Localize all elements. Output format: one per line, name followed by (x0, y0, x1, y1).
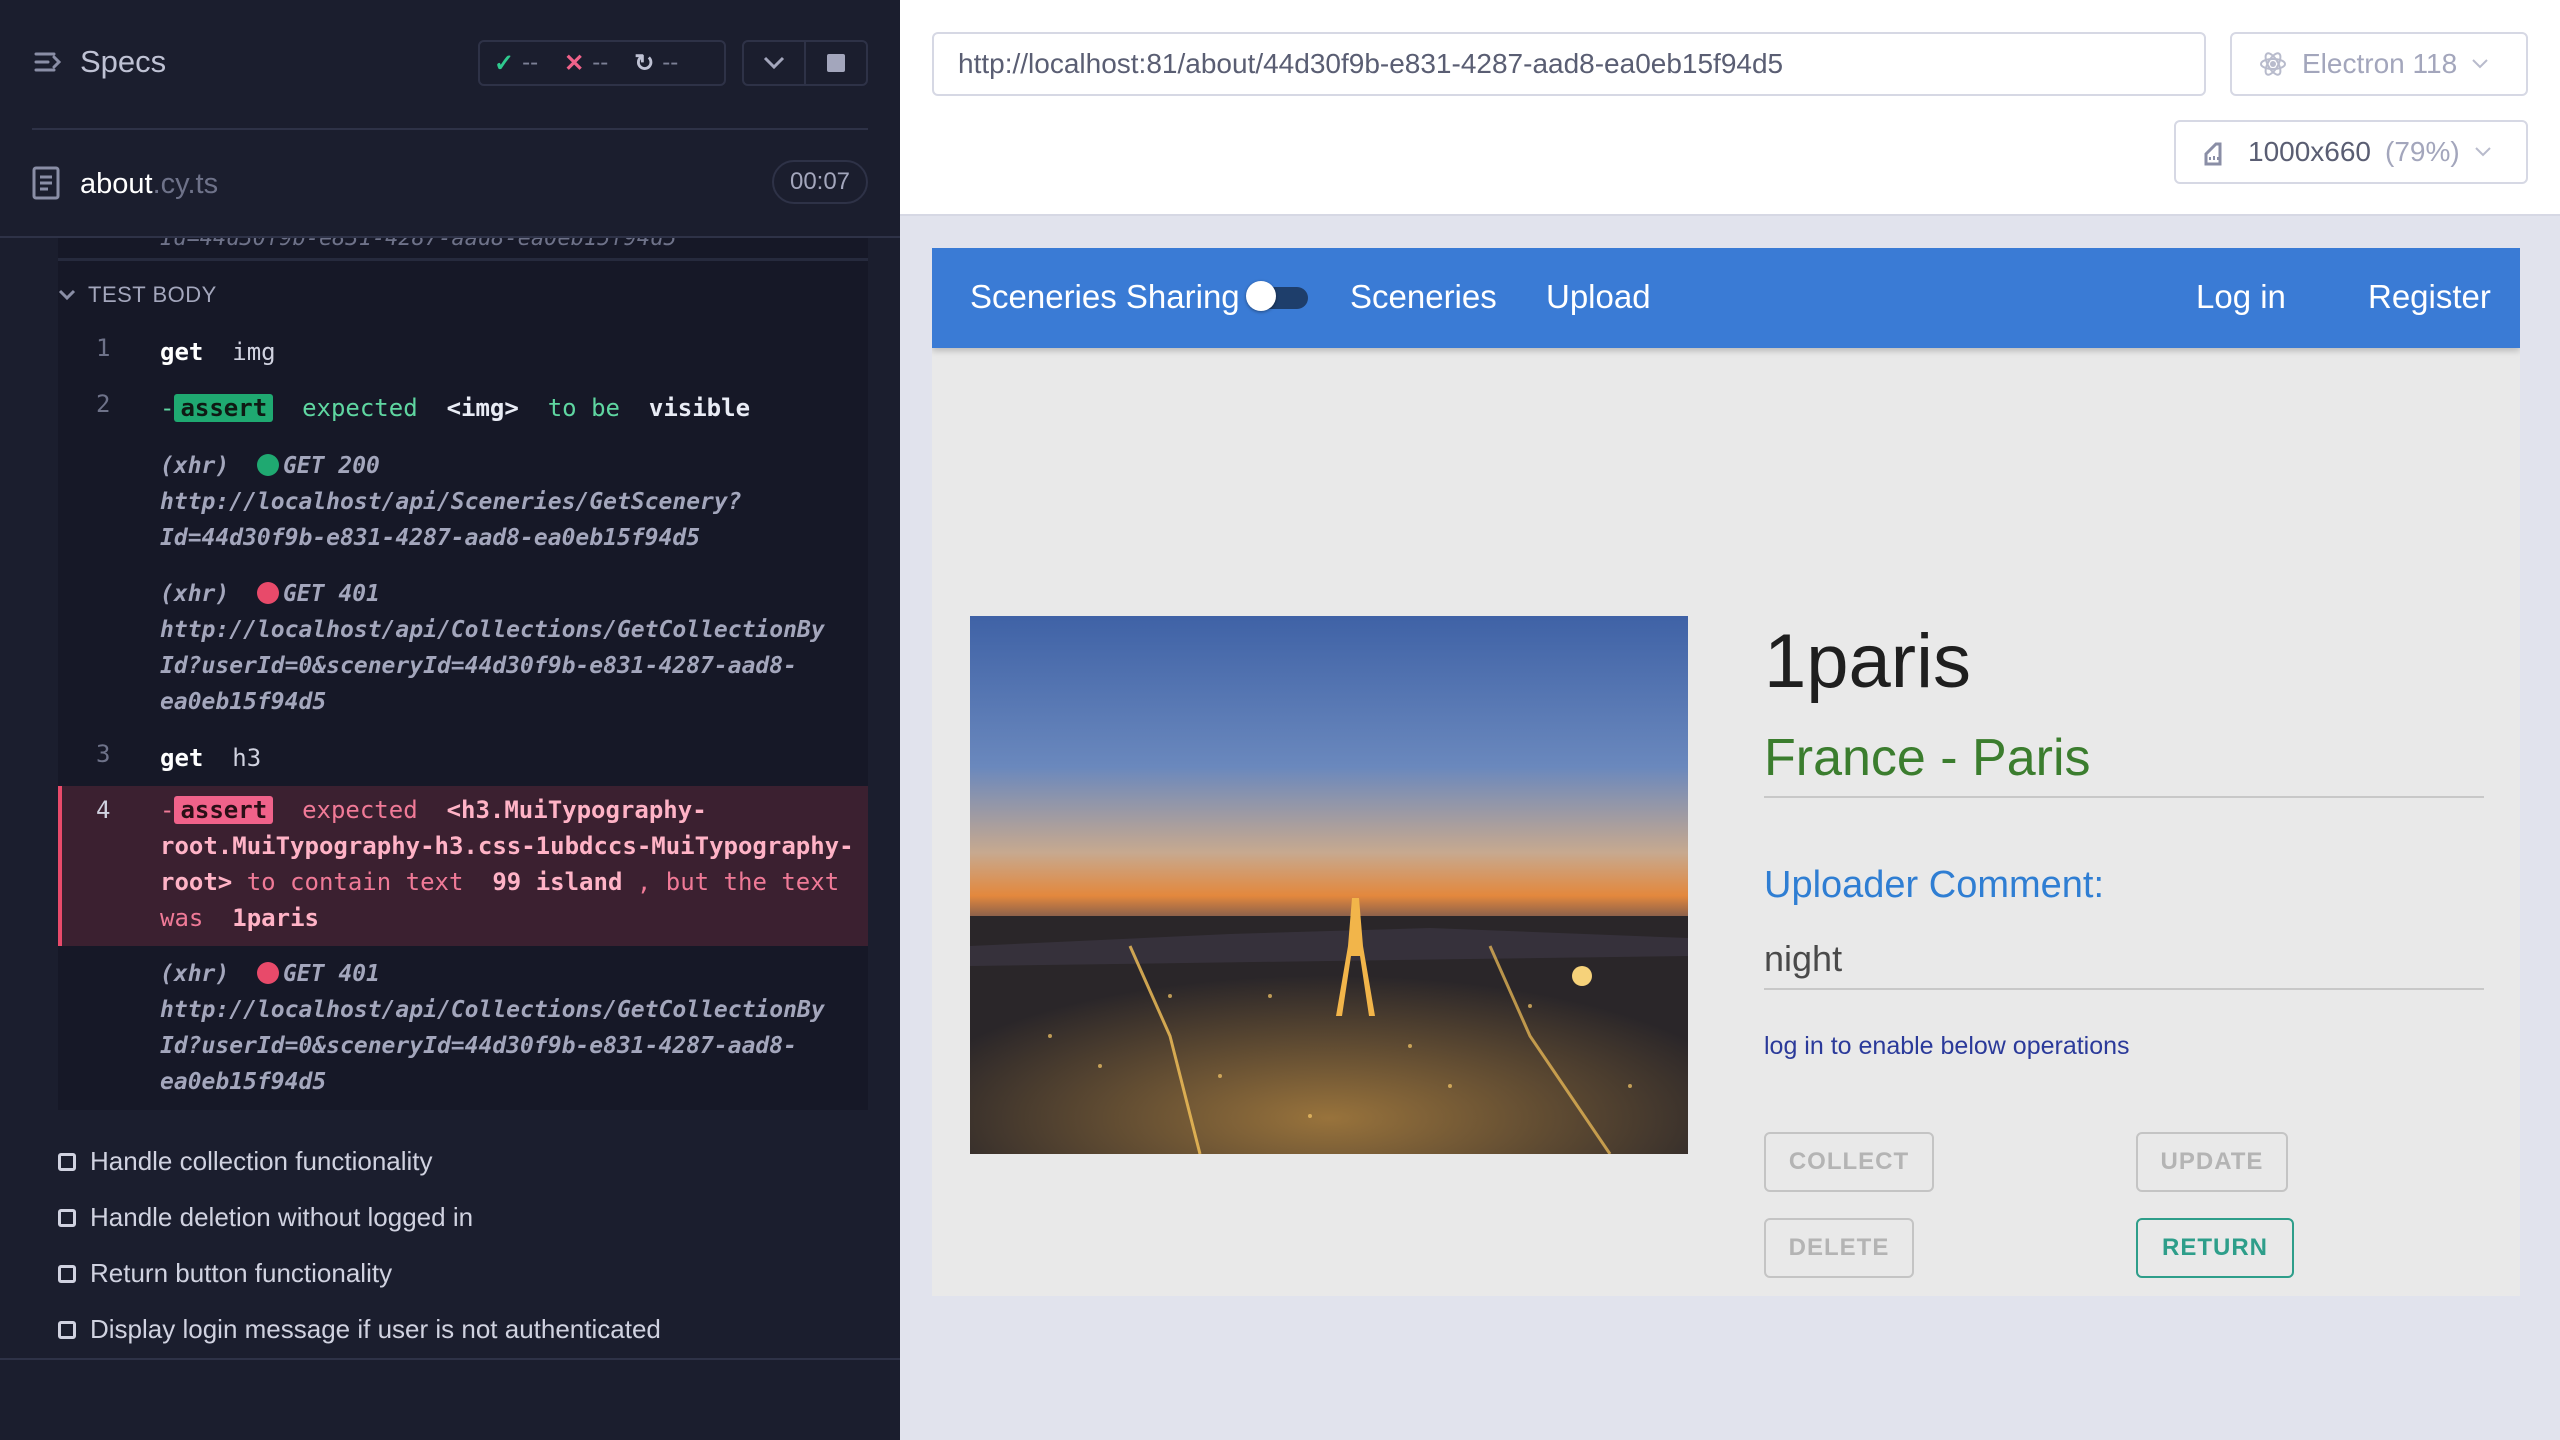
stop-icon (827, 54, 845, 72)
scenery-photo (970, 616, 1688, 1154)
pending-test-item[interactable]: Return button functionality (58, 1258, 392, 1289)
nav-upload[interactable]: Upload (1546, 278, 1651, 316)
comment-label: Uploader Comment: (1764, 864, 2105, 906)
truncated-xhr-url: Id=44d30f9b-e831-4287-aad8-ea0eb15f94d5 (160, 238, 677, 251)
pending-test-item[interactable]: Handle deletion without logged in (58, 1202, 473, 1233)
check-icon: ✓ (494, 49, 515, 77)
viewport-scale: (79%) (2385, 136, 2460, 167)
chevron-down-icon (2472, 59, 2488, 69)
document-icon (32, 166, 60, 200)
assertion-message: - assert expected <h3.MuiTypography- root… (160, 796, 854, 932)
specs-list-icon (34, 52, 62, 72)
divider (0, 1358, 900, 1360)
command-row[interactable]: 2 - assert expected <img> to be visible (58, 390, 868, 432)
paris-night-image (970, 616, 1688, 1154)
test-body-label: TEST BODY (88, 282, 217, 307)
electron-icon (2260, 52, 2286, 76)
xhr-row[interactable]: (xhr) GET 401 http://localhost/api/Colle… (160, 956, 860, 1100)
command-name: get (160, 744, 204, 772)
return-button[interactable]: RETURN (2136, 1218, 2294, 1278)
chevron-down-icon (58, 289, 76, 301)
pending-stat: ↻ -- (634, 49, 679, 77)
comment-value: night (1764, 938, 1843, 979)
browser-selector[interactable]: Electron 118 (2230, 32, 2528, 96)
nav-sceneries[interactable]: Sceneries (1350, 278, 1497, 316)
command-row[interactable]: 3 get h3 (58, 740, 868, 782)
status-dot-icon (256, 582, 279, 604)
spinner-icon: ↻ (634, 49, 655, 77)
cross-icon: ✕ (564, 49, 585, 77)
divider (1764, 988, 2484, 990)
status-dot-icon (256, 454, 279, 476)
url-bar[interactable]: http://localhost:81/about/44d30f9b-e831-… (932, 32, 2206, 96)
collect-button[interactable]: COLLECT (1764, 1132, 1934, 1192)
divider (32, 128, 868, 130)
failed-stat: ✕ -- (564, 49, 609, 77)
viewport-selector[interactable]: 1000x660 (79%) (2174, 120, 2528, 184)
status-dot-icon (256, 962, 279, 984)
viewport-size: 1000x660 (2248, 136, 2372, 167)
toggle-thumb (1246, 281, 1276, 311)
duration-badge: 00:07 (772, 160, 868, 204)
nav-login[interactable]: Log in (2196, 278, 2286, 316)
app-viewport: Sceneries Sharing Sceneries Upload Log i… (932, 248, 2520, 1296)
pending-test-item[interactable]: Handle collection functionality (58, 1146, 433, 1177)
delete-button[interactable]: DELETE (1764, 1218, 1914, 1278)
chevron-down-icon (2475, 147, 2491, 157)
brand-link[interactable]: Sceneries Sharing (970, 278, 1240, 316)
nav-register[interactable]: Register (2368, 278, 2491, 316)
pending-test-icon (58, 1264, 76, 1283)
command-number: 3 (96, 740, 111, 768)
command-arg: img (232, 338, 276, 366)
spec-file-name: about.cy.ts (80, 168, 219, 200)
theme-toggle[interactable] (1246, 281, 1308, 311)
xhr-row[interactable]: (xhr) GET 401 http://localhost/api/Colle… (160, 576, 860, 720)
update-button[interactable]: UPDATE (2136, 1132, 2288, 1192)
command-arg: h3 (232, 744, 262, 772)
pending-test-item[interactable]: Display login message if user is not aut… (58, 1314, 661, 1345)
divider (58, 258, 868, 261)
divider (1764, 796, 2484, 798)
cypress-reporter: Specs ✓ -- ✕ -- ↻ -- about.cy.ts 00:07 Id=4… (0, 0, 900, 1440)
chevron-down-icon (763, 56, 785, 70)
stop-button[interactable] (804, 42, 866, 84)
specs-toggle[interactable]: Specs (32, 44, 166, 80)
app-navbar: Sceneries Sharing Sceneries Upload Log i… (932, 248, 2520, 348)
specs-title: Specs (80, 44, 167, 79)
assert-badge: assert (174, 394, 274, 422)
failed-command-row[interactable]: 4 - assert expected <h3.MuiTypography- ro… (58, 786, 868, 946)
command-name: get (160, 338, 204, 366)
test-body-header[interactable]: TEST BODY (58, 282, 217, 308)
scenery-location: France - Paris (1764, 729, 2091, 787)
scenery-title: 1paris (1764, 619, 1971, 704)
test-stats: ✓ -- ✕ -- ↻ -- (478, 40, 726, 86)
command-row[interactable]: 1 get img (58, 334, 868, 376)
xhr-row[interactable]: (xhr) GET 200 http://localhost/api/Scene… (160, 448, 860, 556)
passed-stat: ✓ -- (494, 49, 539, 77)
run-controls (742, 40, 868, 86)
app-under-test-pane: http://localhost:81/about/44d30f9b-e831-… (900, 0, 2560, 1440)
command-number: 4 (96, 796, 111, 824)
pending-test-icon (58, 1152, 76, 1171)
aut-header: http://localhost:81/about/44d30f9b-e831-… (900, 0, 2560, 216)
command-number: 2 (96, 390, 111, 418)
assert-badge: assert (174, 796, 274, 824)
specs-header: Specs ✓ -- ✕ -- ↻ -- (0, 0, 900, 128)
login-hint: log in to enable below operations (1764, 1032, 2130, 1060)
ruler-icon (2204, 142, 2222, 166)
expand-button[interactable] (744, 42, 804, 84)
pending-test-icon (58, 1320, 76, 1339)
command-number: 1 (96, 334, 111, 362)
pending-test-icon (58, 1208, 76, 1227)
browser-label: Electron 118 (2302, 48, 2458, 79)
